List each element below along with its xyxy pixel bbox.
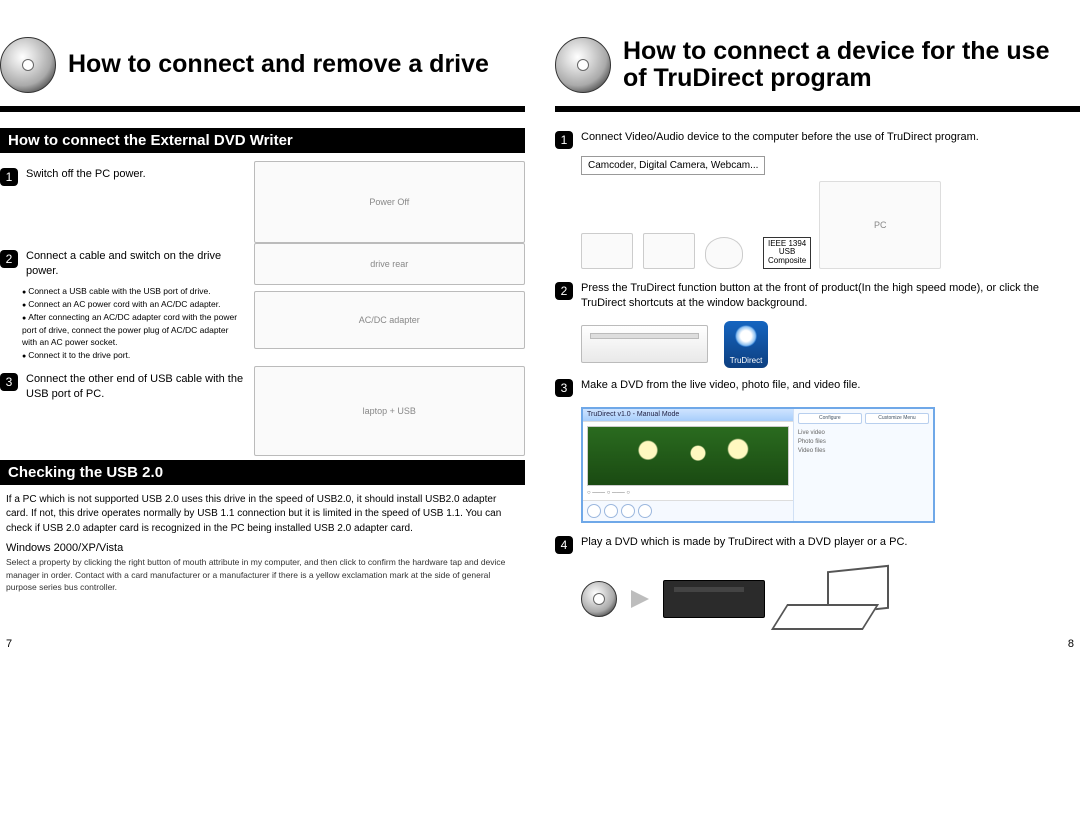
windows-finetext: Select a property by clicking the right …: [6, 556, 519, 593]
camera-icons: [581, 233, 743, 269]
laptop-usb-illustration: laptop + USB: [254, 366, 525, 456]
camcorder-icon: [581, 233, 633, 269]
bullet-item: After connecting an AC/DC adapter cord w…: [22, 311, 246, 349]
laptop-illustration: [779, 568, 889, 630]
step-number: 2: [555, 282, 573, 300]
left-step2-block: 2 Connect a cable and switch on the driv…: [0, 243, 525, 366]
step2-bullets: Connect a USB cable with the USB port of…: [22, 285, 246, 362]
step-number: 4: [555, 536, 573, 554]
step1-row: 1 Switch off the PC power.: [0, 167, 246, 186]
playback-media-row: [581, 568, 1080, 630]
step1-text: Switch off the PC power.: [26, 167, 146, 182]
connection-label: IEEE 1394 USB Composite: [763, 237, 811, 269]
trudirect-icon-label: TruDirect: [730, 356, 763, 365]
r-step4-row: 4 Play a DVD which is made by TruDirect …: [555, 535, 1080, 554]
screenshot-titlebar: TruDirect v1.0 - Manual Mode: [583, 409, 793, 421]
right-title-row: How to connect a device for the use of T…: [555, 30, 1080, 100]
left-title-row: How to connect and remove a drive: [0, 30, 525, 100]
step-number: 3: [0, 373, 18, 391]
bullet-item: Connect it to the drive port.: [22, 349, 246, 362]
usb-body-text: If a PC which is not supported USB 2.0 u…: [6, 493, 519, 537]
screenshot-sidebar: Configure Customize Menu Live video Phot…: [793, 409, 933, 521]
dvd-player-illustration: [663, 580, 765, 618]
screenshot-body: ○ ─── ○ ─── ○: [583, 421, 793, 500]
r-step2-row: 2 Press the TruDirect function button at…: [555, 281, 1080, 311]
step-number: 1: [555, 131, 573, 149]
title-divider: [555, 106, 1080, 112]
record-icon: [587, 504, 601, 518]
r-step3-row: 3 Make a DVD from the live video, photo …: [555, 378, 1080, 397]
bullet-item: Connect a USB cable with the USB port of…: [22, 285, 246, 298]
step-number: 2: [0, 250, 18, 268]
left-step3-block: 3 Connect the other end of USB cable wit…: [0, 366, 525, 456]
trudirect-screenshot: TruDirect v1.0 - Manual Mode ○ ─── ○ ───…: [581, 407, 935, 523]
right-page-title: How to connect a device for the use of T…: [623, 38, 1080, 93]
pause-icon: [604, 504, 618, 518]
customize-menu-button: Customize Menu: [865, 413, 929, 424]
step2-text: Connect a cable and switch on the drive …: [26, 249, 246, 279]
devices-group: Camcoder, Digital Camera, Webcam... IEEE…: [581, 155, 1080, 269]
page-number-right: 8: [555, 634, 1080, 654]
drive-trudirect-row: TruDirect: [581, 321, 1080, 368]
left-step1-block: 1 Switch off the PC power. Power Off: [0, 161, 525, 243]
arrow-icon: [631, 590, 649, 608]
power-off-badge: Power Off: [369, 197, 409, 207]
digital-camera-icon: [643, 233, 695, 269]
bullet-item: Connect an AC power cord with an AC/DC a…: [22, 298, 246, 311]
devices-label: Camcoder, Digital Camera, Webcam...: [581, 156, 765, 175]
page-right: How to connect a device for the use of T…: [555, 30, 1080, 654]
drive-rear-illustration: drive rear: [254, 243, 525, 285]
windows-subhead: Windows 2000/XP/Vista: [6, 542, 519, 554]
step-number: 1: [0, 168, 18, 186]
left-section2-bar: Checking the USB 2.0: [0, 460, 525, 485]
r-step4-text: Play a DVD which is made by TruDirect wi…: [581, 535, 907, 550]
r-step3-text: Make a DVD from the live video, photo fi…: [581, 378, 860, 393]
step3-text: Connect the other end of USB cable with …: [26, 372, 246, 402]
trudirect-icon: TruDirect: [724, 321, 768, 368]
r-step1-row: 1 Connect Video/Audio device to the comp…: [555, 130, 1080, 149]
step-number: 3: [555, 379, 573, 397]
screenshot-sunflower-image: [587, 426, 789, 486]
disc-icon: [0, 37, 56, 93]
finalize-icon: [638, 504, 652, 518]
external-drive-illustration: [581, 325, 708, 363]
left-page-title: How to connect and remove a drive: [68, 51, 489, 79]
desktop-pc-illustration: PC: [819, 181, 941, 269]
configure-button: Configure: [798, 413, 862, 424]
stop-icon: [621, 504, 635, 518]
page-left: How to connect and remove a drive How to…: [0, 30, 525, 654]
adapter-illustration: AC/DC adapter: [254, 291, 525, 349]
left-section1-bar: How to connect the External DVD Writer: [0, 128, 525, 153]
laptop-off-illustration: Power Off: [254, 161, 525, 243]
webcam-icon: [705, 237, 743, 269]
page-number-left: 7: [0, 634, 525, 654]
r-step2-text: Press the TruDirect function button at t…: [581, 281, 1080, 311]
screenshot-controls: [583, 500, 793, 521]
title-divider: [0, 106, 525, 112]
step2-row: 2 Connect a cable and switch on the driv…: [0, 249, 246, 279]
disc-icon: [555, 37, 611, 93]
disc-icon: [581, 581, 617, 617]
step3-row: 3 Connect the other end of USB cable wit…: [0, 372, 246, 402]
r-step1-text: Connect Video/Audio device to the comput…: [581, 130, 979, 145]
